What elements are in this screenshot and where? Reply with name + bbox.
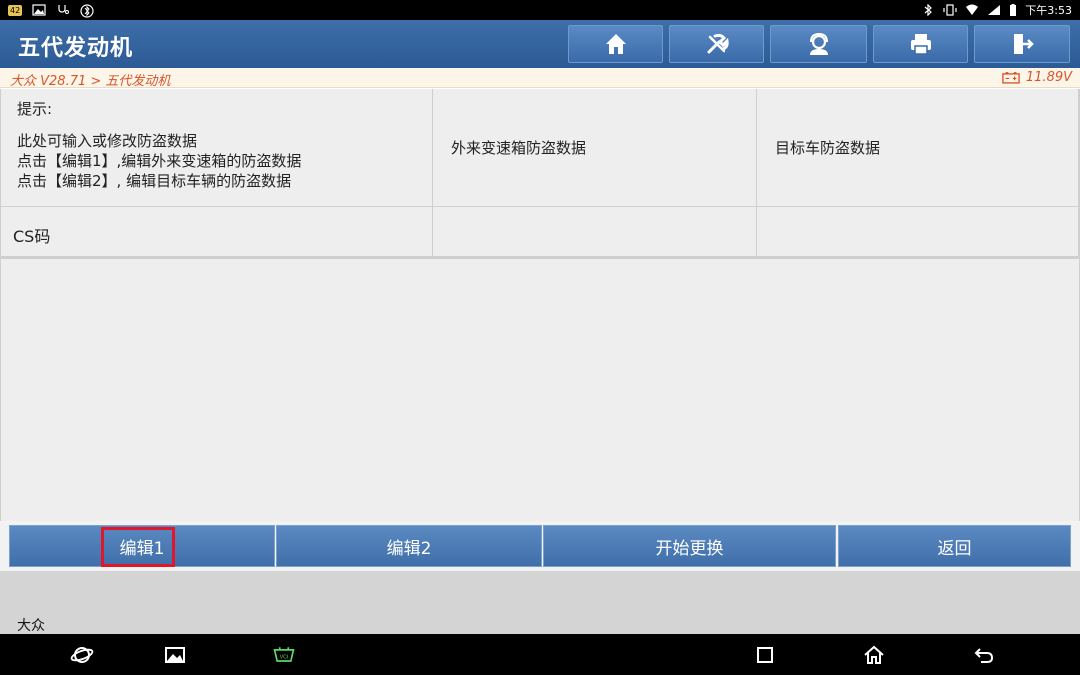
stethoscope-icon [56, 4, 70, 16]
clock: 下午3:53 [1025, 4, 1072, 17]
notification-badge: 42 [8, 4, 23, 16]
back-nav-button[interactable] [972, 643, 996, 667]
bluetooth-icon [921, 3, 935, 17]
support-button[interactable] [770, 25, 867, 63]
print-button[interactable] [873, 25, 968, 63]
edit2-button[interactable]: 编辑2 [276, 525, 542, 567]
exit-icon [1014, 34, 1034, 54]
browser-button[interactable] [70, 643, 94, 667]
cs-code-external-value[interactable] [433, 207, 757, 257]
page-title: 五代发动机 [18, 36, 134, 61]
support-agent-icon [809, 32, 828, 55]
action-bar: 编辑1 编辑2 开始更换 返回 [0, 521, 1080, 571]
system-nav-bar: VCI [0, 634, 1080, 675]
recents-button[interactable] [753, 643, 777, 667]
voltage-value: 11.89V [1025, 70, 1072, 85]
battery-icon [1009, 4, 1017, 16]
voltage-indicator: 11.89V [1002, 70, 1072, 85]
vci-connector-icon: VCI [273, 647, 295, 662]
app-header: 五代发动机 [0, 20, 1080, 68]
wifi-icon [965, 4, 979, 16]
gallery-icon [165, 647, 185, 663]
anti-theft-data-table: 提示: 此处可输入或修改防盗数据 点击【编辑1】,编辑外来变速箱的防盗数据 点击… [0, 89, 1080, 521]
planet-icon [70, 647, 94, 663]
hint-cell: 提示: 此处可输入或修改防盗数据 点击【编辑1】,编辑外来变速箱的防盗数据 点击… [1, 89, 433, 207]
bluetooth-app-icon [80, 4, 94, 18]
exit-button[interactable] [974, 25, 1070, 63]
signal-icon [987, 4, 1001, 16]
start-replace-button[interactable]: 开始更换 [543, 525, 836, 567]
breadcrumb: 大众 V28.71 > 五代发动机 11.89V [0, 68, 1080, 89]
footer-panel: 大众 [0, 571, 1080, 634]
gallery-button[interactable] [163, 643, 187, 667]
hint-line: 点击【编辑1】,编辑外来变速箱的防盗数据 [17, 152, 302, 170]
status-bar: 42 下午3:53 [0, 0, 1080, 20]
home-button[interactable] [568, 25, 663, 63]
column-header-target-vehicle: 目标车防盗数据 [757, 89, 1079, 207]
car-battery-icon [1002, 72, 1020, 84]
hint-line: 此处可输入或修改防盗数据 [17, 132, 198, 150]
square-icon [757, 647, 773, 663]
hint-line: 点击【编辑2】, 编辑目标车辆的防盗数据 [17, 172, 292, 190]
home-outline-icon [864, 645, 884, 664]
printer-icon [910, 34, 931, 55]
home-icon [605, 34, 626, 54]
back-button[interactable]: 返回 [838, 525, 1071, 567]
back-arrow-icon [974, 648, 994, 663]
highlight-box [101, 527, 175, 567]
home-nav-button[interactable] [862, 643, 886, 667]
row-label-cs-code[interactable]: CS码 [1, 207, 433, 257]
vci-button[interactable]: VCI [272, 643, 300, 667]
footer-brand: 大众 [17, 618, 45, 634]
diagnose-tools-icon [707, 33, 729, 54]
hint-title: 提示: [17, 100, 53, 118]
image-notification-icon [32, 4, 46, 16]
diagnose-tools-button[interactable] [669, 25, 764, 63]
svg-text:VCI: VCI [280, 654, 289, 660]
cs-code-target-value[interactable] [757, 207, 1079, 257]
column-header-external-gearbox: 外来变速箱防盗数据 [433, 89, 757, 207]
vibrate-icon [943, 4, 957, 16]
breadcrumb-path: 大众 V28.71 > 五代发动机 [10, 74, 171, 89]
table-divider [1, 257, 1079, 259]
